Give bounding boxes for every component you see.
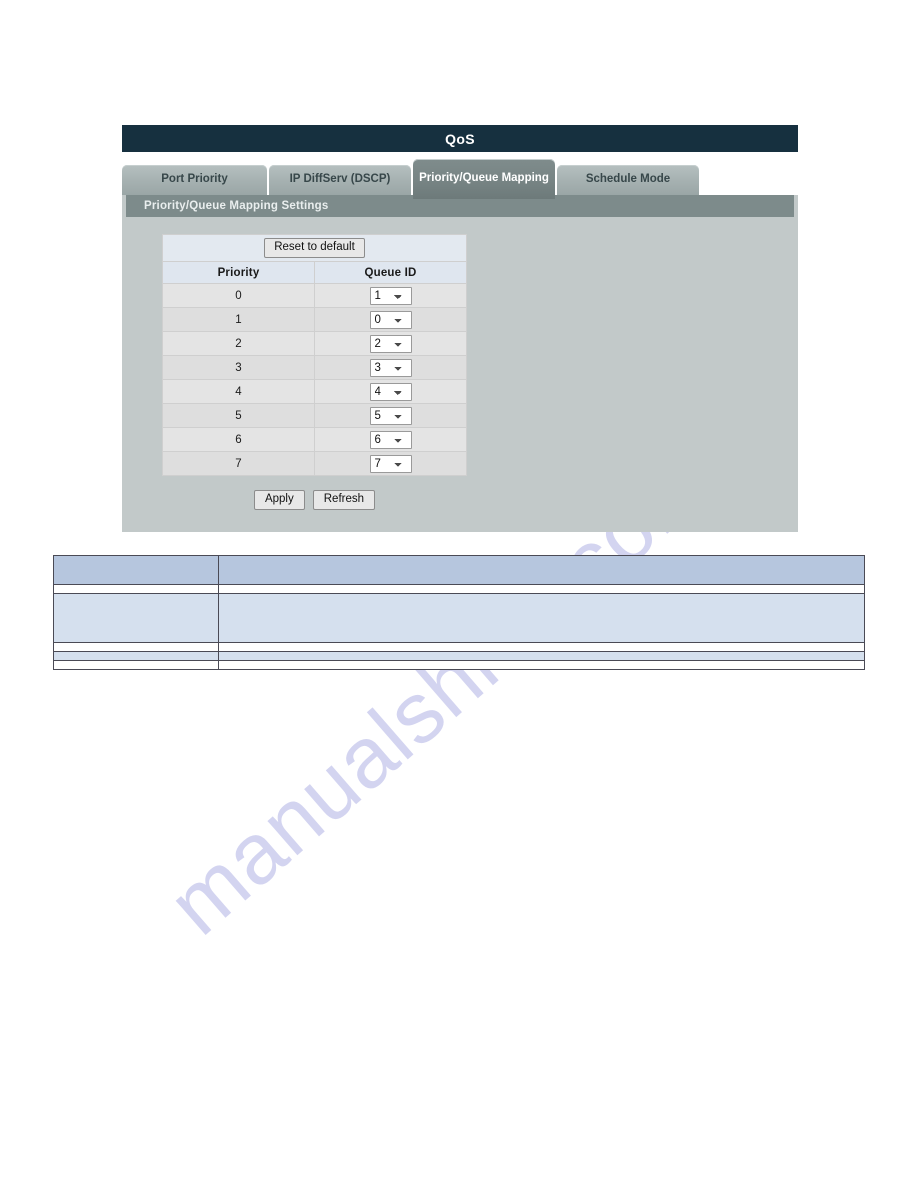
refresh-button[interactable]: Refresh (312, 490, 376, 510)
priority-value: 5 (162, 403, 315, 428)
description-text (218, 651, 865, 661)
priority-value: 1 (162, 307, 315, 332)
description-term (53, 660, 219, 670)
description-text (218, 642, 865, 652)
table-row: 7 01234567 (162, 451, 467, 476)
queue-id-cell: 01234567 (314, 355, 467, 380)
description-text (218, 660, 865, 670)
description-text (218, 584, 865, 594)
tab-label: Priority/Queue Mapping (419, 172, 549, 185)
priority-queue-mapping-table: Reset to default Priority Queue ID 0 0123… (162, 234, 467, 476)
description-term (53, 593, 219, 643)
queue-id-select[interactable]: 01234567 (369, 454, 412, 473)
reset-row: Reset to default (162, 234, 467, 262)
column-header-queue-id: Queue ID (314, 261, 467, 284)
tab-port-priority[interactable]: Port Priority (122, 165, 267, 195)
table-row: 4 01234567 (162, 379, 467, 404)
action-button-bar: Apply Refresh (122, 490, 467, 510)
description-term (53, 642, 219, 652)
tab-schedule-mode[interactable]: Schedule Mode (557, 165, 699, 195)
description-term (53, 651, 219, 661)
tab-priority-queue-mapping[interactable]: Priority/Queue Mapping (413, 159, 555, 199)
queue-id-select[interactable]: 01234567 (369, 406, 412, 425)
description-term (53, 584, 219, 594)
mapping-table-wrapper: Reset to default Priority Queue ID 0 0123… (122, 217, 798, 476)
description-text (218, 593, 865, 643)
table-row: 2 01234567 (162, 331, 467, 356)
queue-id-select[interactable]: 01234567 (369, 358, 412, 377)
page-title: QoS (445, 130, 475, 147)
tab-ip-diffserv-dscp[interactable]: IP DiffServ (DSCP) (269, 165, 411, 195)
table-row: 1 01234567 (162, 307, 467, 332)
description-row (53, 651, 865, 661)
queue-id-cell: 01234567 (314, 331, 467, 356)
queue-id-select[interactable]: 01234567 (369, 382, 412, 401)
section-header-label: Priority/Queue Mapping Settings (144, 200, 329, 212)
queue-id-cell: 01234567 (314, 403, 467, 428)
priority-value: 4 (162, 379, 315, 404)
reset-cell: Reset to default (162, 234, 467, 262)
mapping-header-row: Priority Queue ID (162, 261, 467, 284)
description-row (53, 660, 865, 670)
queue-id-cell: 01234567 (314, 307, 467, 332)
description-header-row (53, 555, 865, 585)
queue-id-cell: 01234567 (314, 283, 467, 308)
description-text (218, 555, 865, 585)
qos-panel: QoS Port Priority IP DiffServ (DSCP) Pri… (122, 125, 798, 532)
priority-value: 6 (162, 427, 315, 452)
table-row: 6 01234567 (162, 427, 467, 452)
queue-id-select[interactable]: 01234567 (369, 310, 412, 329)
queue-id-select[interactable]: 01234567 (369, 430, 412, 449)
description-row (53, 584, 865, 594)
panel-title-bar: QoS (122, 125, 798, 152)
reset-to-default-button[interactable]: Reset to default (264, 238, 365, 258)
description-row (53, 593, 865, 643)
queue-id-cell: 01234567 (314, 427, 467, 452)
priority-value: 7 (162, 451, 315, 476)
description-term (53, 555, 219, 585)
tab-label: IP DiffServ (DSCP) (289, 173, 391, 186)
description-row (53, 642, 865, 652)
queue-id-cell: 01234567 (314, 451, 467, 476)
tab-label: Schedule Mode (585, 173, 671, 186)
table-row: 5 01234567 (162, 403, 467, 428)
tab-label: Port Priority (161, 173, 228, 186)
queue-id-select[interactable]: 01234567 (369, 334, 412, 353)
queue-id-select[interactable]: 01234567 (369, 286, 412, 305)
panel-body: Priority/Queue Mapping Settings Reset to… (122, 195, 798, 532)
description-table (53, 555, 865, 670)
priority-value: 2 (162, 331, 315, 356)
table-row: 0 01234567 (162, 283, 467, 308)
priority-value: 3 (162, 355, 315, 380)
apply-button[interactable]: Apply (253, 490, 305, 510)
priority-value: 0 (162, 283, 315, 308)
column-header-priority: Priority (162, 261, 315, 284)
table-row: 3 01234567 (162, 355, 467, 380)
queue-id-cell: 01234567 (314, 379, 467, 404)
